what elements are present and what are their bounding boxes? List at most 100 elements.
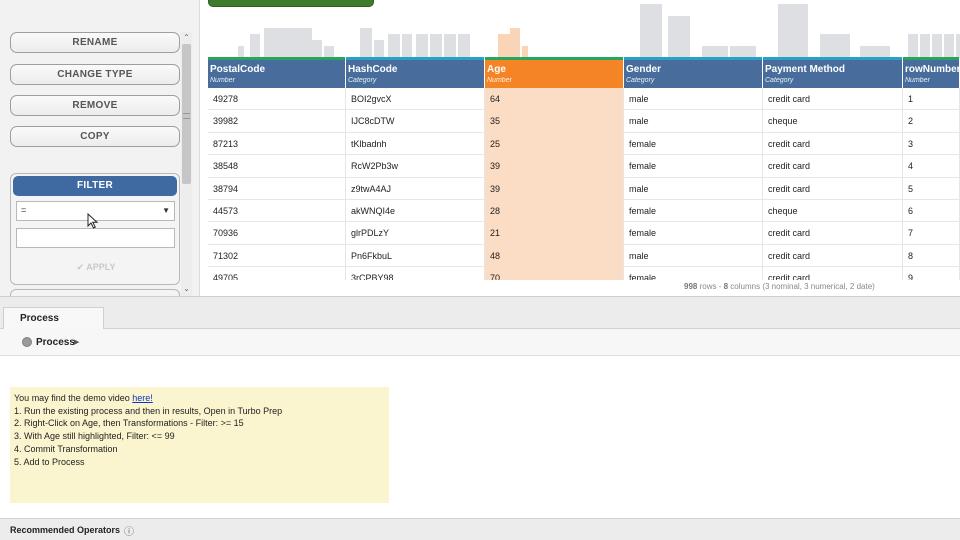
filter-section: FILTER = ▼ ✔ APPLY bbox=[10, 173, 180, 285]
filter-header[interactable]: FILTER bbox=[13, 176, 177, 196]
table-cell[interactable]: Pn6FkbuL bbox=[346, 244, 485, 268]
table-cell[interactable]: BOI2gvcX bbox=[346, 88, 485, 111]
table-cell[interactable]: male bbox=[624, 177, 763, 200]
table-cell[interactable]: 39 bbox=[485, 177, 624, 200]
table-cell[interactable]: 4 bbox=[903, 155, 960, 178]
breadcrumb[interactable]: Process bbox=[36, 337, 75, 348]
info-icon[interactable]: ⓘ bbox=[124, 523, 134, 538]
table-row[interactable]: 70936 glrPDLzY 21 female credit card 7 bbox=[208, 222, 960, 245]
table-cell[interactable]: credit card bbox=[763, 132, 903, 156]
table-cell[interactable]: 8 bbox=[903, 244, 960, 268]
table-header: PostalCode Number HashCode Category Age Numbe… bbox=[208, 60, 960, 88]
table-row[interactable]: 49278 BOI2gvcX 64 male credit card 1 bbox=[208, 88, 960, 111]
table-cell[interactable]: 3rCPBY98 bbox=[346, 267, 485, 280]
table-cell[interactable]: credit card bbox=[763, 155, 903, 178]
table-cell[interactable]: 64 bbox=[485, 88, 624, 111]
table-cell[interactable]: credit card bbox=[763, 222, 903, 245]
process-root-icon bbox=[22, 337, 32, 347]
column-header-name: Payment Method bbox=[765, 64, 846, 75]
table-row[interactable]: 87213 tKlbadnh 25 female credit card 3 bbox=[208, 132, 960, 156]
table-cell[interactable]: credit card bbox=[763, 177, 903, 200]
table-cell[interactable]: 28 bbox=[485, 200, 624, 223]
table-cell[interactable]: z9twA4AJ bbox=[346, 177, 485, 200]
histogram-bar bbox=[430, 34, 442, 58]
column-header[interactable]: HashCode Category bbox=[346, 60, 485, 88]
row-count: 998 bbox=[684, 282, 698, 291]
histogram-bar bbox=[778, 4, 808, 58]
note-step: 1. Run the existing process and then in … bbox=[14, 405, 283, 416]
change-type-button[interactable]: CHANGE TYPE bbox=[10, 64, 180, 85]
table-cell[interactable]: 44573 bbox=[208, 200, 346, 223]
table-cell[interactable]: cheque bbox=[763, 200, 903, 223]
top-action-button[interactable] bbox=[208, 0, 374, 7]
column-header[interactable]: Gender Category bbox=[624, 60, 763, 88]
table-cell[interactable]: female bbox=[624, 132, 763, 156]
table-cell[interactable]: 49705 bbox=[208, 267, 346, 280]
table-cell[interactable]: 9 bbox=[903, 267, 960, 280]
table-cell[interactable]: 2 bbox=[903, 110, 960, 133]
table-cell[interactable]: 21 bbox=[485, 222, 624, 245]
table-cell[interactable]: IJC8cDTW bbox=[346, 110, 485, 133]
table-cell[interactable]: 38548 bbox=[208, 155, 346, 178]
table-cell[interactable]: credit card bbox=[763, 88, 903, 111]
table-cell[interactable]: 70936 bbox=[208, 222, 346, 245]
remove-button[interactable]: REMOVE bbox=[10, 95, 180, 116]
table-cell[interactable]: 38794 bbox=[208, 177, 346, 200]
table-cell[interactable]: akWNQI4e bbox=[346, 200, 485, 223]
column-header-name: PostalCode bbox=[210, 64, 266, 75]
table-cell[interactable]: 48 bbox=[485, 244, 624, 268]
column-header[interactable]: Payment Method Category bbox=[763, 60, 903, 88]
table-row[interactable]: 38548 RcW2Pb3w 39 female credit card 4 bbox=[208, 155, 960, 178]
table-row[interactable]: 49705 3rCPBY98 70 female credit card 9 bbox=[208, 267, 960, 280]
table-cell[interactable]: 87213 bbox=[208, 132, 346, 156]
column-header[interactable]: Age Number bbox=[485, 60, 624, 88]
table-cell[interactable]: female bbox=[624, 155, 763, 178]
table-cell[interactable]: glrPDLzY bbox=[346, 222, 485, 245]
table-cell[interactable]: 35 bbox=[485, 110, 624, 133]
column-header[interactable]: rowNumber Number bbox=[903, 60, 960, 88]
table-cell[interactable]: 39982 bbox=[208, 110, 346, 133]
table-cell[interactable]: female bbox=[624, 222, 763, 245]
table-cell[interactable]: 49278 bbox=[208, 88, 346, 111]
mouse-cursor-icon bbox=[87, 213, 99, 229]
note-step: 2. Right-Click on Age, then Transformati… bbox=[14, 418, 244, 429]
copy-button[interactable]: COPY bbox=[10, 126, 180, 147]
table-cell[interactable]: RcW2Pb3w bbox=[346, 155, 485, 178]
table-cell[interactable]: female bbox=[624, 267, 763, 280]
chevron-down-icon[interactable]: ⌄ bbox=[181, 284, 192, 294]
tab-process[interactable]: Process bbox=[3, 307, 104, 330]
table-cell[interactable]: cheque bbox=[763, 110, 903, 133]
table-row[interactable]: 39982 IJC8cDTW 35 male cheque 2 bbox=[208, 110, 960, 133]
table-cell[interactable]: 7 bbox=[903, 222, 960, 245]
chevron-up-icon[interactable]: ⌃ bbox=[181, 33, 192, 43]
histogram-bar bbox=[932, 34, 942, 58]
demo-video-link[interactable]: here! bbox=[132, 393, 153, 403]
table-cell[interactable]: male bbox=[624, 244, 763, 268]
column-header-type: Category bbox=[626, 77, 655, 84]
table-cell[interactable]: male bbox=[624, 110, 763, 133]
table-row[interactable]: 71302 Pn6FkbuL 48 male credit card 8 bbox=[208, 244, 960, 268]
table-cell[interactable]: 5 bbox=[903, 177, 960, 200]
checkmark-icon: ✔ bbox=[76, 262, 85, 272]
table-cell[interactable]: 71302 bbox=[208, 244, 346, 268]
table-cell[interactable]: 6 bbox=[903, 200, 960, 223]
table-cell[interactable]: 39 bbox=[485, 155, 624, 178]
filter-value-input[interactable] bbox=[16, 228, 175, 248]
apply-button[interactable]: ✔ APPLY bbox=[61, 260, 131, 274]
chevron-right-icon[interactable]: ▶ bbox=[74, 337, 79, 348]
table-cell[interactable]: male bbox=[624, 88, 763, 111]
table-cell[interactable]: 3 bbox=[903, 132, 960, 156]
table-cell[interactable]: 1 bbox=[903, 88, 960, 111]
histogram-bar bbox=[388, 34, 400, 58]
table-cell[interactable]: 25 bbox=[485, 132, 624, 156]
table-cell[interactable]: female bbox=[624, 200, 763, 223]
table-row[interactable]: 44573 akWNQI4e 28 female cheque 6 bbox=[208, 200, 960, 223]
column-word: columns bbox=[730, 282, 761, 291]
table-cell[interactable]: tKlbadnh bbox=[346, 132, 485, 156]
table-cell[interactable]: credit card bbox=[763, 267, 903, 280]
rename-button[interactable]: RENAME bbox=[10, 32, 180, 53]
column-header[interactable]: PostalCode Number bbox=[208, 60, 346, 88]
table-cell[interactable]: credit card bbox=[763, 244, 903, 268]
table-cell[interactable]: 70 bbox=[485, 267, 624, 280]
table-row[interactable]: 38794 z9twA4AJ 39 male credit card 5 bbox=[208, 177, 960, 200]
